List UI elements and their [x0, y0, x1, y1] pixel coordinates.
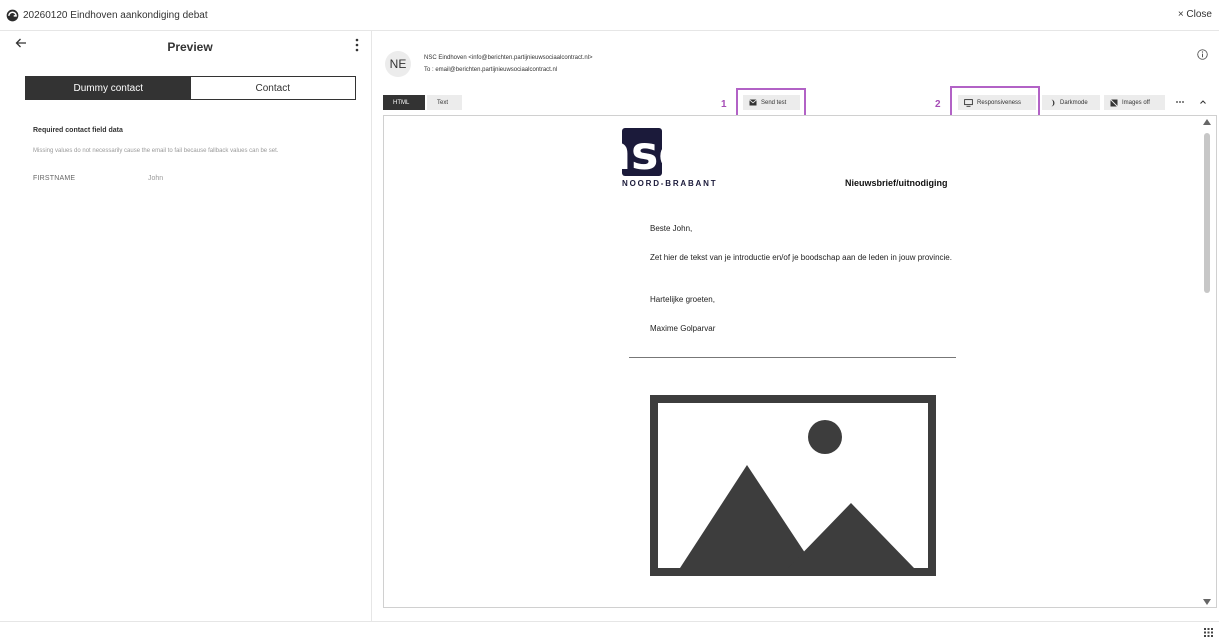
panel-title: Preview: [167, 40, 213, 54]
section-heading: Required contact field data: [33, 127, 123, 134]
monitor-icon: [964, 98, 973, 107]
window-title: 20260120 Eindhoven aankondiging debat: [23, 10, 208, 21]
field-name: FIRSTNAME: [33, 175, 76, 182]
close-button[interactable]: × Close: [1178, 9, 1212, 20]
app-logo-icon: [6, 9, 19, 22]
panel-divider: [371, 31, 372, 621]
info-icon[interactable]: [1197, 49, 1208, 60]
image-off-icon: [1110, 98, 1118, 107]
toggle-contact[interactable]: Contact: [190, 77, 355, 99]
responsiveness-label: Responsiveness: [977, 99, 1022, 106]
scroll-thumb[interactable]: [1204, 133, 1210, 293]
chevron-up-icon[interactable]: [1199, 98, 1207, 106]
section-note: Missing values do not necessarily cause …: [33, 148, 279, 154]
field-value[interactable]: John: [148, 175, 163, 182]
more-vertical-icon[interactable]: [355, 38, 359, 52]
tab-text[interactable]: Text: [427, 95, 462, 110]
mail-icon: [749, 99, 757, 106]
logo-subtitle: NOORD-BRABANT: [622, 179, 718, 188]
back-arrow-icon[interactable]: [14, 36, 28, 50]
more-horizontal-icon[interactable]: [1175, 97, 1185, 107]
scroll-up-arrow-icon[interactable]: [1203, 119, 1211, 125]
toggle-dummy-contact[interactable]: Dummy contact: [26, 77, 191, 99]
scroll-down-arrow-icon[interactable]: [1203, 599, 1211, 605]
preview-scrollbar[interactable]: [1201, 117, 1213, 607]
annotation-number-2: 2: [935, 99, 941, 110]
contact-toggle: Dummy contact Contact: [25, 76, 356, 100]
images-off-label: Images off: [1122, 99, 1150, 106]
responsiveness-button[interactable]: Responsiveness: [958, 95, 1036, 110]
email-body: Zet hier de tekst van je introductie en/…: [650, 253, 952, 262]
send-test-button[interactable]: Send test: [743, 95, 800, 110]
image-placeholder-icon: [650, 395, 936, 576]
annotation-number-1: 1: [721, 99, 727, 110]
send-test-label: Send test: [761, 99, 787, 106]
left-panel: Preview Dummy contact Contact Required c…: [0, 31, 370, 621]
tab-html[interactable]: HTML: [383, 95, 425, 110]
darkmode-label: Darkmode: [1060, 99, 1088, 106]
half-moon-icon: [1051, 99, 1055, 106]
grid-icon[interactable]: [1204, 628, 1213, 637]
email-greeting: Beste John,: [650, 224, 693, 233]
images-off-button[interactable]: Images off: [1104, 95, 1165, 110]
recipient-line: To : email@berichten.partijnieuwsociaalc…: [424, 67, 558, 73]
darkmode-button[interactable]: Darkmode: [1042, 95, 1100, 110]
logo-letter-n: nsc: [622, 128, 686, 176]
status-bar: [0, 621, 1219, 639]
email-closing: Hartelijke groeten,: [650, 295, 715, 304]
email-signature: Maxime Golparvar: [650, 324, 716, 333]
nsc-logo: nsc: [622, 128, 686, 176]
sender-line: NSC Eindhoven <info@berichten.partijnieu…: [424, 55, 593, 61]
newsletter-label: Nieuwsbrief/uitnodiging: [845, 178, 948, 188]
avatar: NE: [385, 51, 411, 77]
email-divider: [629, 357, 956, 358]
title-bar: 20260120 Eindhoven aankondiging debat × …: [0, 0, 1219, 31]
